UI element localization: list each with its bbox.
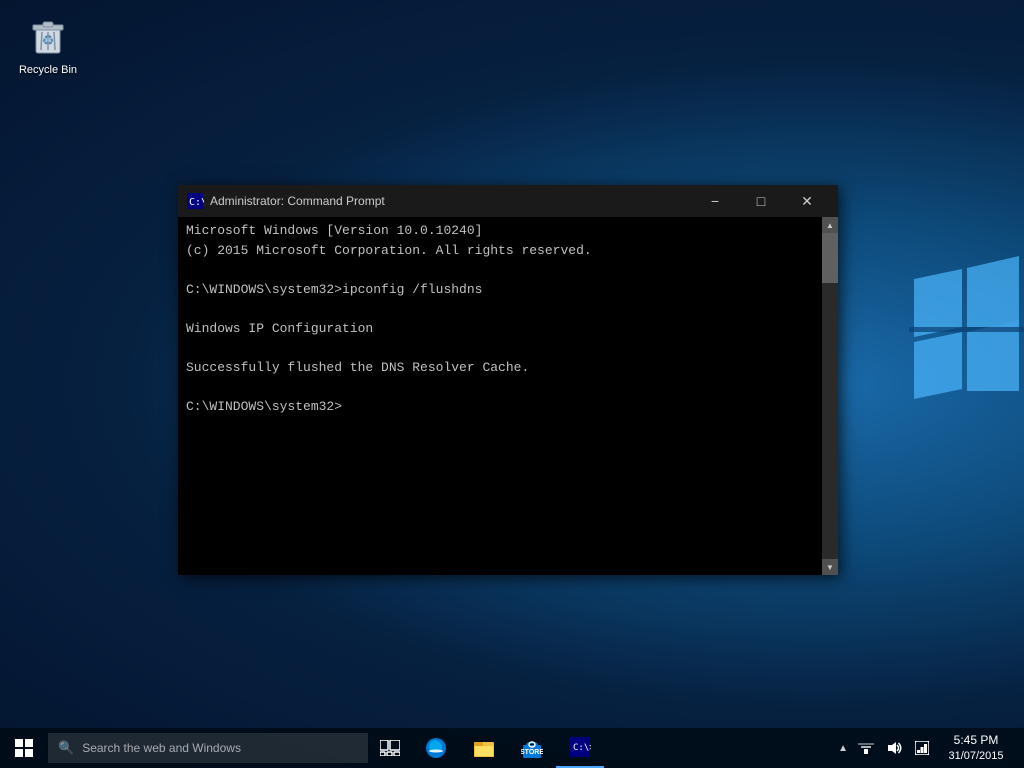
cmd-line-7 — [186, 338, 814, 358]
search-box[interactable]: 🔍 Search the web and Windows — [48, 733, 368, 763]
start-button[interactable] — [0, 728, 48, 768]
cmd-content: Microsoft Windows [Version 10.0.10240] (… — [178, 217, 838, 575]
titlebar-buttons: − □ ✕ — [692, 185, 830, 217]
tray-expand-button[interactable]: ▲ — [834, 728, 852, 768]
cmd-scrollbar[interactable]: ▲ ▼ — [822, 217, 838, 575]
volume-icon[interactable] — [880, 728, 908, 768]
svg-text:STORE: STORE — [521, 749, 543, 756]
scrollbar-thumb[interactable] — [822, 233, 838, 283]
scrollbar-track[interactable] — [822, 233, 838, 559]
taskbar: 🔍 Search the web and Windows — [0, 728, 1024, 768]
action-center-icon[interactable] — [908, 728, 936, 768]
cmd-line-5 — [186, 299, 814, 319]
cmd-line-9 — [186, 377, 814, 397]
cmd-line-8: Successfully flushed the DNS Resolver Ca… — [186, 358, 814, 378]
minimize-button[interactable]: − — [692, 185, 738, 217]
clock-time: 5:45 PM — [954, 733, 999, 749]
svg-text:C:\>: C:\> — [573, 743, 591, 753]
task-view-button[interactable] — [368, 728, 412, 768]
maximize-button[interactable]: □ — [738, 185, 784, 217]
cmd-title-text: Administrator: Command Prompt — [210, 194, 692, 208]
cmd-window-icon: C:\ — [186, 192, 204, 210]
search-placeholder-text: Search the web and Windows — [82, 741, 241, 755]
search-icon: 🔍 — [58, 740, 74, 756]
cmd-line-6: Windows IP Configuration — [186, 319, 814, 339]
scroll-down-arrow[interactable]: ▼ — [822, 559, 838, 575]
recycle-bin-label: Recycle Bin — [19, 64, 77, 76]
close-button[interactable]: ✕ — [784, 185, 830, 217]
network-icon[interactable] — [852, 728, 880, 768]
cmd-line-3 — [186, 260, 814, 280]
windows-logo-bg — [904, 219, 1024, 519]
system-tray: ▲ — [826, 728, 1024, 768]
clock[interactable]: 5:45 PM 31/07/2015 — [936, 728, 1016, 768]
svg-text:C:\: C:\ — [189, 197, 204, 208]
cmd-line-4: C:\WINDOWS\system32>ipconfig /flushdns — [186, 280, 814, 300]
desktop: ♻ Recycle Bin C:\ Administrator: Command… — [0, 0, 1024, 768]
taskbar-file-explorer[interactable] — [460, 728, 508, 768]
recycle-bin-icon[interactable]: ♻ Recycle Bin — [8, 8, 88, 80]
taskbar-cmd[interactable]: C:\> — [556, 728, 604, 768]
recycle-bin-image: ♻ — [24, 12, 72, 60]
taskbar-edge[interactable] — [412, 728, 460, 768]
scroll-up-arrow[interactable]: ▲ — [822, 217, 838, 233]
cmd-titlebar: C:\ Administrator: Command Prompt − □ ✕ — [178, 185, 838, 217]
cmd-window: C:\ Administrator: Command Prompt − □ ✕ … — [178, 185, 838, 575]
cmd-line-10: C:\WINDOWS\system32> — [186, 397, 814, 417]
cmd-line-2: (c) 2015 Microsoft Corporation. All righ… — [186, 241, 814, 261]
cmd-line-1: Microsoft Windows [Version 10.0.10240] — [186, 221, 814, 241]
taskbar-store[interactable]: STORE — [508, 728, 556, 768]
cmd-text-area[interactable]: Microsoft Windows [Version 10.0.10240] (… — [178, 217, 822, 575]
taskbar-apps: STORE C:\> — [412, 728, 826, 768]
clock-date: 31/07/2015 — [948, 749, 1003, 763]
